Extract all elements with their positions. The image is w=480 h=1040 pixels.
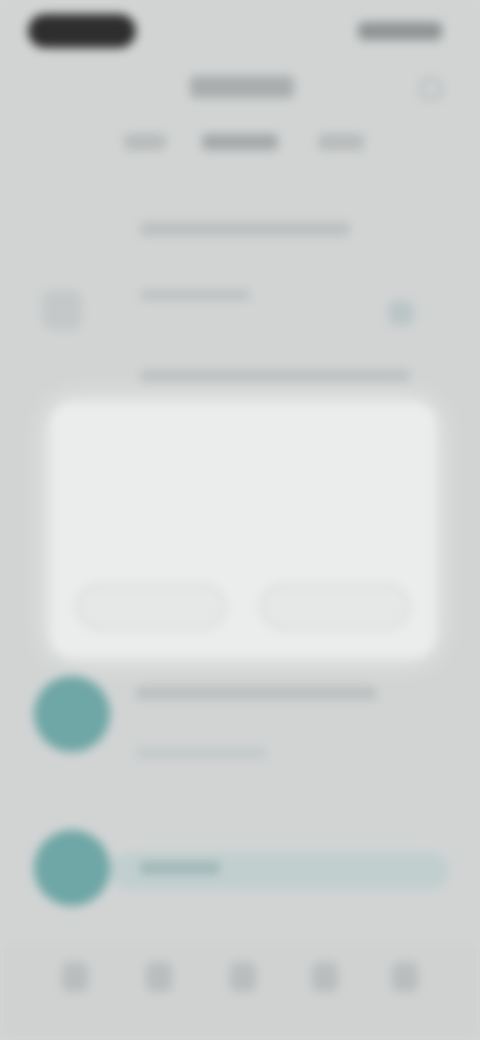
- status-bar-indicators: [358, 22, 442, 40]
- row-action-icon[interactable]: [388, 300, 414, 326]
- tab-2-active[interactable]: [202, 134, 278, 150]
- dialog-body: [84, 488, 400, 552]
- profile-icon[interactable]: [392, 962, 418, 992]
- list-item-meta: [136, 748, 266, 758]
- dialog-primary-button[interactable]: [260, 584, 410, 630]
- row-label: [140, 290, 250, 300]
- chat-icon[interactable]: [312, 962, 338, 992]
- list-item-avatar[interactable]: [34, 830, 110, 906]
- home-icon[interactable]: [62, 962, 88, 992]
- dialog-title: [84, 430, 384, 474]
- row-leading-icon: [42, 290, 82, 330]
- section-caption: [140, 370, 410, 382]
- bottom-navigation: [0, 944, 480, 1040]
- dialog-secondary-button[interactable]: [76, 584, 226, 630]
- search-icon[interactable]: [146, 962, 172, 992]
- page-title: [190, 76, 294, 98]
- status-bar-time-pill: [28, 14, 136, 48]
- list-item-avatar[interactable]: [34, 676, 110, 752]
- tab-3[interactable]: [318, 134, 364, 150]
- header-more-icon[interactable]: [420, 78, 442, 100]
- list-item-title: [136, 686, 376, 700]
- section-subtitle: [140, 222, 350, 236]
- tab-1[interactable]: [124, 134, 166, 150]
- add-icon[interactable]: [230, 962, 256, 992]
- modal-dialog: [50, 402, 436, 658]
- list-item-title: [140, 862, 220, 874]
- app-screen: [0, 0, 480, 1040]
